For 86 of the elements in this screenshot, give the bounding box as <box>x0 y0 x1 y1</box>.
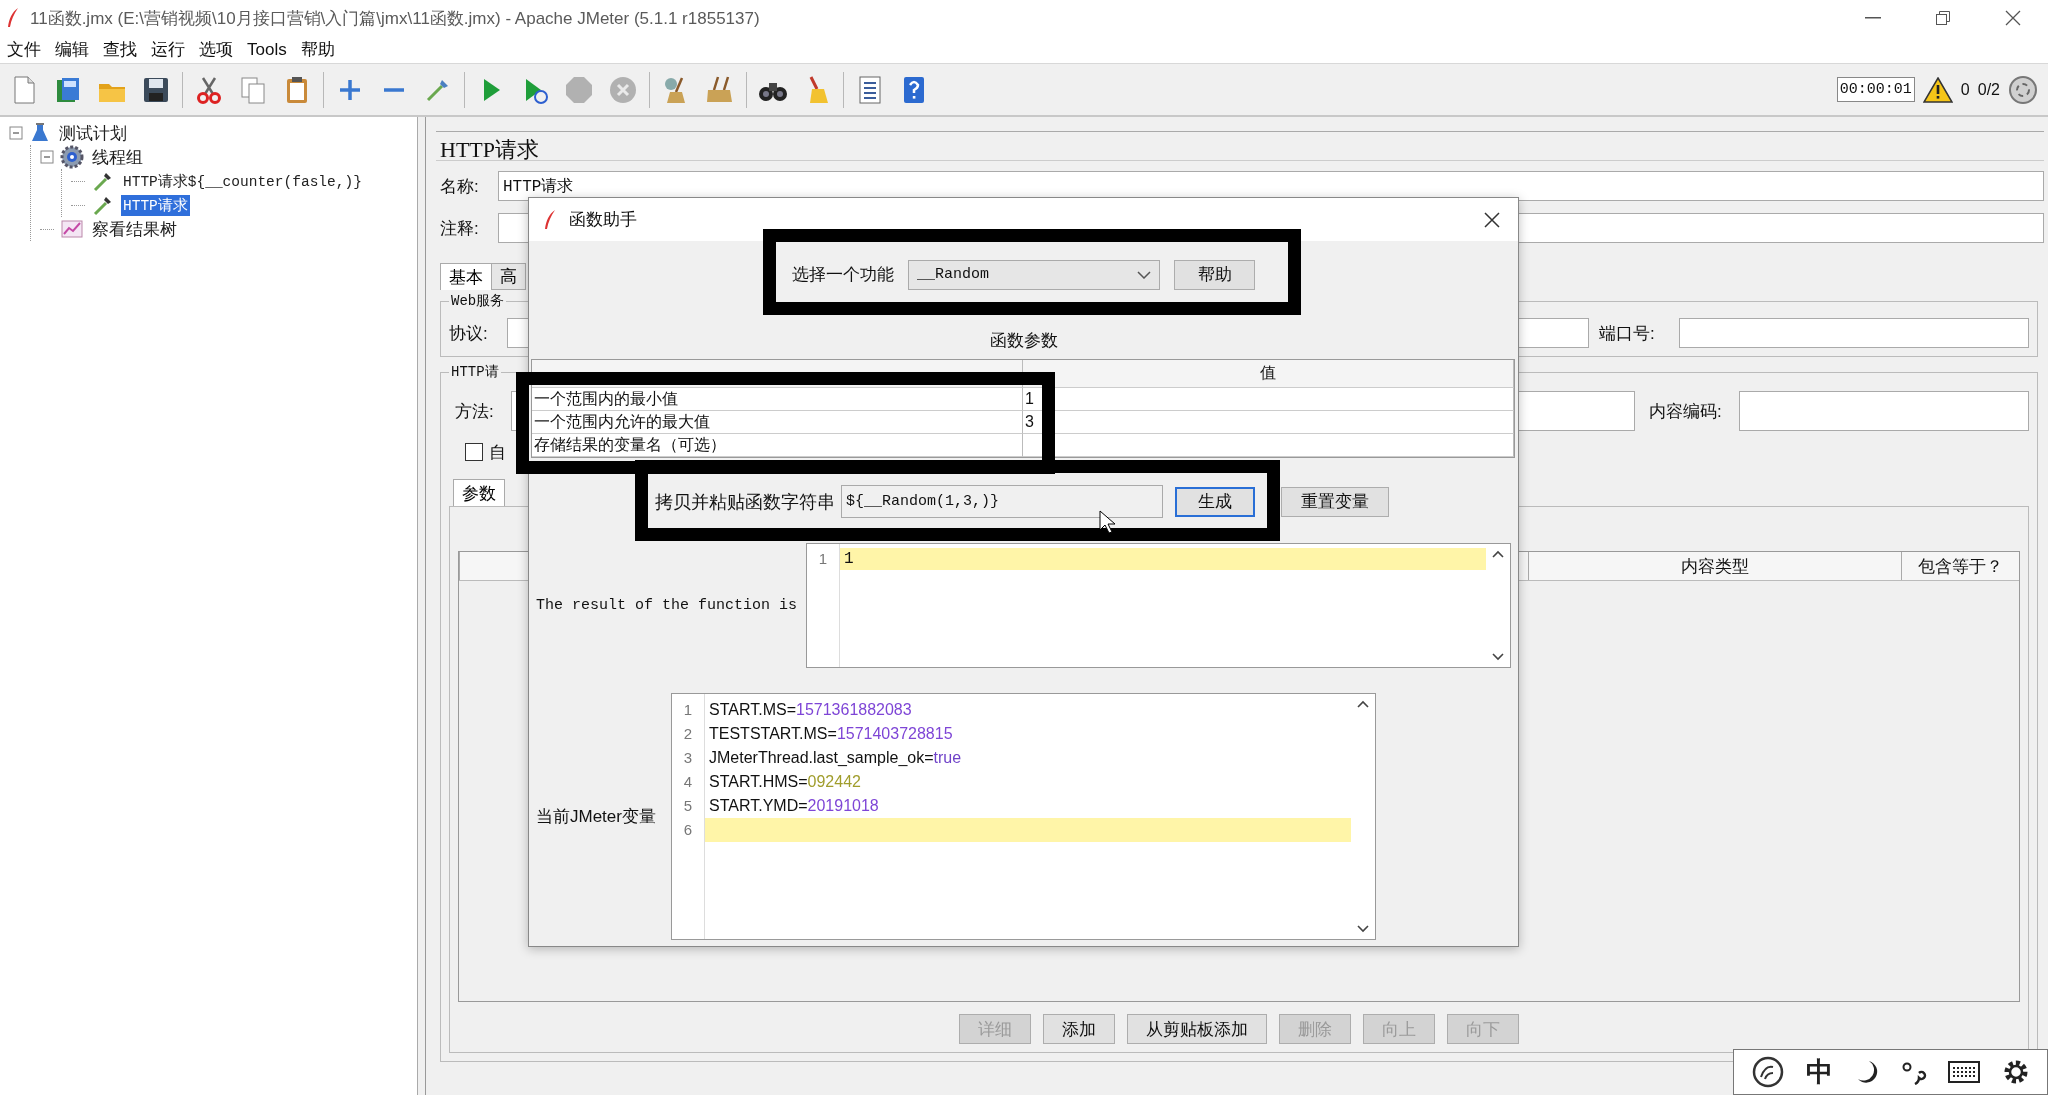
code-line: START.YMD=20191018 <box>708 796 880 816</box>
group-title: Web服务 <box>450 292 506 310</box>
generate-button[interactable]: 生成 <box>1175 486 1255 517</box>
line-number: 5 <box>682 796 694 816</box>
tab[interactable]: 高 <box>491 263 526 290</box>
tree-item[interactable]: HTTP请求 <box>121 194 190 216</box>
tab[interactable]: 基本 <box>440 263 492 290</box>
port-field[interactable] <box>1679 318 2029 348</box>
app-logo-icon <box>6 7 20 29</box>
action-button[interactable]: 添加 <box>1043 1014 1115 1044</box>
globe-icon[interactable] <box>2008 74 2038 105</box>
encoding-field[interactable] <box>1739 391 2029 431</box>
code-line: START.MS=1571361882083 <box>708 700 913 720</box>
reset-variables-button[interactable]: 重置变量 <box>1281 486 1389 517</box>
swirl-logo-icon[interactable] <box>1750 1055 1785 1089</box>
result-label: The result of the function is <box>536 597 798 614</box>
table-cell[interactable]: 3 <box>1023 411 1514 434</box>
column-header[interactable]: 内容类型 <box>1528 552 1901 580</box>
elapsed-time: 00:00:01 <box>1836 77 1915 102</box>
function-string-field[interactable]: ${__Random(1,3,)} <box>841 485 1163 518</box>
thread-count: 0/2 <box>1977 80 2000 99</box>
menu-item[interactable]: Tools <box>240 36 294 63</box>
line-number: 2 <box>682 724 694 744</box>
checkbox[interactable] <box>465 443 483 461</box>
help-button[interactable]: 帮助 <box>1174 259 1255 290</box>
dialog-title: 函数助手 <box>569 209 637 231</box>
cursor-icon <box>1099 510 1117 534</box>
panel-title: HTTP请求 <box>436 131 2044 161</box>
variables-label: 当前JMeter变量 <box>536 807 656 826</box>
name-field[interactable]: HTTP请求 <box>498 171 2044 201</box>
function-label: 选择一个功能 <box>792 264 894 286</box>
checkbox-label: 自 <box>489 441 506 464</box>
code-line: JMeterThread.last_sample_ok=true <box>708 748 963 768</box>
window-title: 11函数.jmx (E:\营销视频\10月接口营销\入门篇\jmx\11函数.jmx) - Apache JMeter (5.1.1 r1855137) <box>30 7 760 30</box>
function-dropdown[interactable]: __Random <box>908 259 1160 290</box>
port-label: 端口号: <box>1598 322 1656 345</box>
chevron-down-icon[interactable] <box>1137 270 1151 279</box>
line-number: 3 <box>682 748 694 768</box>
comment-label: 注释: <box>439 217 480 240</box>
collapse-icon[interactable] <box>40 150 54 164</box>
function-string-label: 拷贝并粘贴函数字符串 <box>655 490 835 514</box>
gear-icon <box>60 145 84 169</box>
line-number: 1 <box>682 700 694 720</box>
flask-icon <box>29 122 51 144</box>
name-label: 名称: <box>439 175 480 198</box>
action-button[interactable]: 从剪贴板添加 <box>1127 1014 1267 1044</box>
warning-icon[interactable] <box>1922 76 1953 103</box>
input-mode[interactable]: 中 <box>1806 1054 1834 1090</box>
menu-item[interactable]: 运行 <box>144 36 192 63</box>
column-header[interactable]: 包含等于？ <box>1901 552 2019 580</box>
menu-item[interactable]: 选项 <box>192 36 240 63</box>
chart-icon <box>60 218 84 240</box>
line-number: 4 <box>682 772 694 792</box>
column-header[interactable]: 值 <box>1023 360 1514 388</box>
method-label: 方法: <box>454 400 495 423</box>
menu-item[interactable]: 帮助 <box>293 36 342 63</box>
tree-item[interactable]: 测试计划 <box>57 120 129 146</box>
scroll-down-icon[interactable] <box>1357 925 1369 933</box>
scroll-up-icon[interactable] <box>1357 700 1369 708</box>
line-number: 1 <box>817 549 829 569</box>
scroll-up-icon[interactable] <box>1492 550 1504 558</box>
table-cell: 存储结果的变量名（可选） <box>532 434 1023 457</box>
tree-item[interactable]: HTTP请求${__counter(fasle,)} <box>121 170 364 192</box>
menu-item[interactable]: 查找 <box>96 36 144 63</box>
tree-item[interactable]: 察看结果树 <box>90 216 179 242</box>
app-logo-icon <box>543 208 557 231</box>
error-count: 0 <box>1960 80 1970 99</box>
menu-item[interactable]: 编辑 <box>48 36 96 63</box>
result-editor[interactable]: 1 1 <box>806 543 1511 668</box>
variables-editor[interactable]: 1 2 3 4 5 6 START.MS=1571361882083 TESTSTART.MS=1571403728815 JMeterThread.last_sample_ok=true START.HMS=092442 START.YMD=20191018 <box>671 693 1376 940</box>
table-cell[interactable]: 1 <box>1023 388 1514 411</box>
section-title: 函数参数 <box>989 331 1058 350</box>
code-line: START.HMS=092442 <box>708 772 862 792</box>
tree-item[interactable]: 线程组 <box>90 144 145 170</box>
table-cell[interactable] <box>1023 434 1514 457</box>
collapse-icon[interactable] <box>9 126 23 140</box>
encoding-label: 内容编码: <box>1648 400 1723 423</box>
tab[interactable]: 参数 <box>453 479 505 506</box>
line-number: 6 <box>682 820 694 840</box>
menu-item[interactable]: 文件 <box>0 36 48 63</box>
table-cell: 一个范围内允许的最大值 <box>532 411 1023 434</box>
keyboard-icon[interactable] <box>1948 1061 1981 1083</box>
protocol-label: 协议: <box>449 322 489 345</box>
group-title: HTTP请 <box>450 363 500 381</box>
code-line: TESTSTART.MS=1571403728815 <box>708 724 954 744</box>
scroll-down-icon[interactable] <box>1492 653 1504 661</box>
